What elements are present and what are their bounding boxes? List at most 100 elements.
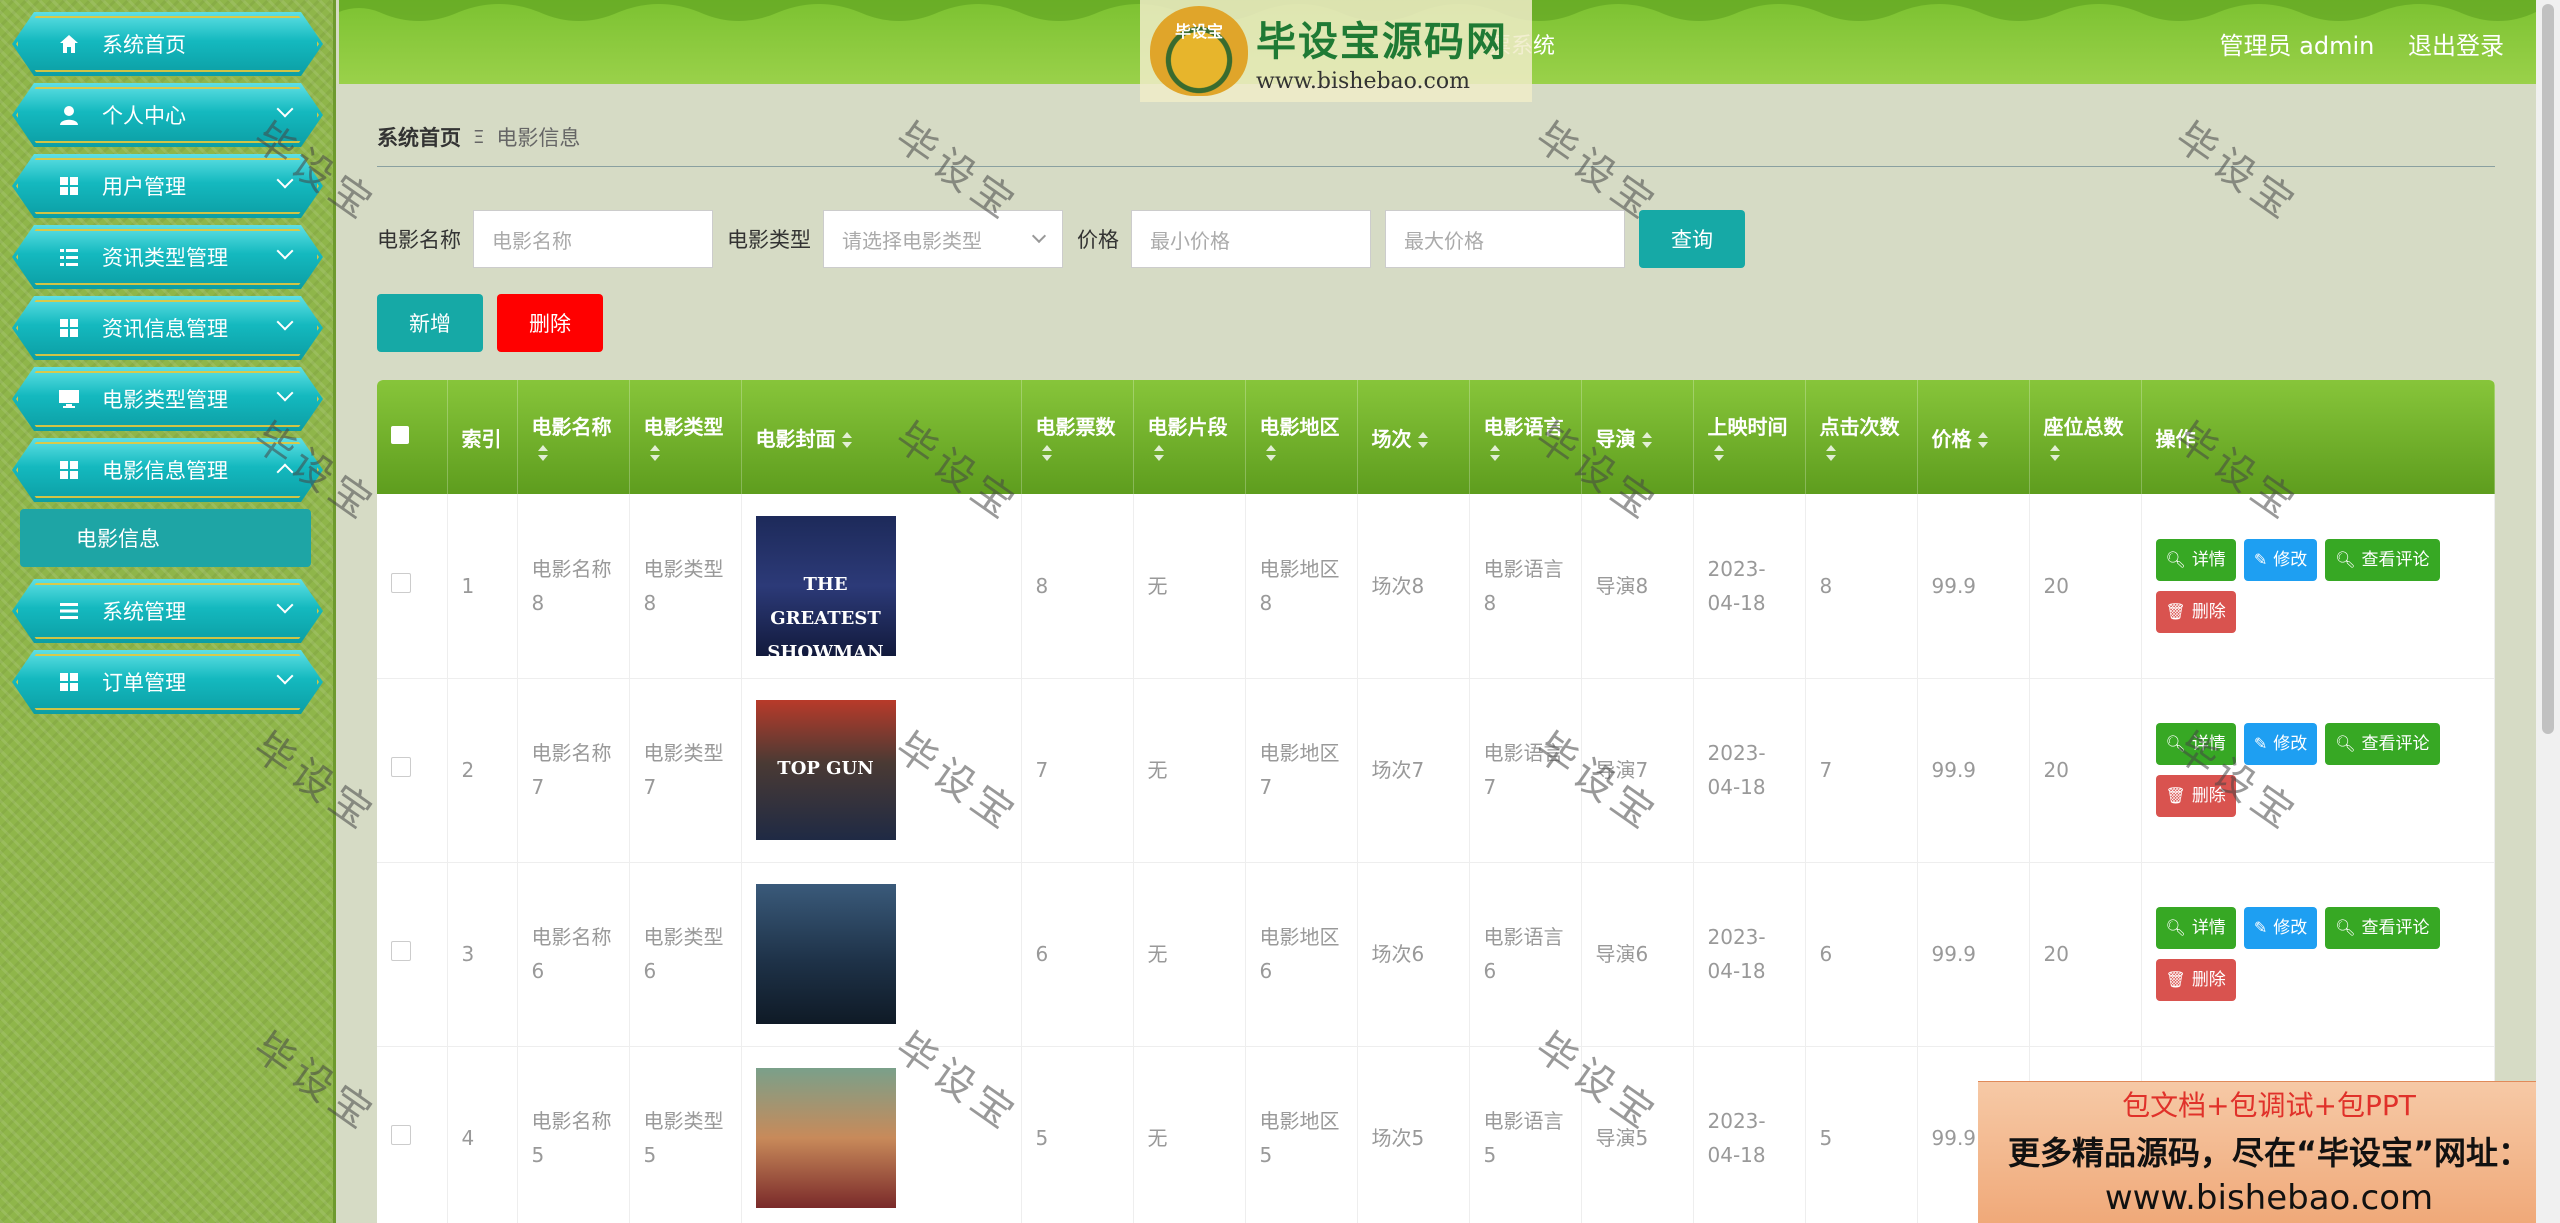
logout-link[interactable]: 退出登录 [2408,32,2504,60]
row-checkbox[interactable] [391,941,411,961]
sort-icon[interactable] [649,445,660,461]
page-scrollbar[interactable] [2536,0,2560,1223]
delete-button[interactable]: 🗑︎ 删除 [2155,590,2236,633]
max-price-input[interactable]: 最大价格 [1385,210,1625,268]
row-checkbox[interactable] [391,1125,411,1145]
cell-release-date: 2023-04-18 [1693,494,1806,679]
view-reviews-button[interactable]: 🔍︎ 查看评论 [2325,538,2440,581]
sort-icon[interactable] [537,445,548,461]
search-icon: 🔍︎ [2335,549,2356,569]
sidebar-item-users[interactable]: 用户管理 [12,154,323,218]
sidebar-item-label: 电影类型管理 [102,388,228,412]
cell-clip: 无 [1133,1046,1246,1223]
view-reviews-button[interactable]: 🔍︎ 查看评论 [2325,723,2440,765]
promo-banner[interactable]: 包文档+包调试+包PPT 更多精品源码，尽在“毕设宝”网址： www.bishe… [1978,1081,2560,1223]
column-header[interactable]: 电影片段 [1133,380,1246,494]
cell-name: 电影名称7 [517,678,630,863]
edit-button[interactable]: ✎ 修改 [2243,907,2318,949]
cell-operations: 🔍︎ 详情 ✎ 修改 🔍︎ 查看评论 🗑︎ 删除 [2141,494,2495,679]
movie-type-select[interactable]: 请选择电影类型 [823,210,1063,268]
trash-icon: 🗑︎ [2165,786,2186,805]
sort-icon[interactable] [1153,445,1164,461]
cell-clicks: 6 [1805,862,1918,1047]
sidebar-item-orders[interactable]: 订单管理 [12,650,323,714]
sidebar-item-label: 系统管理 [102,600,186,624]
sort-icon[interactable] [1713,445,1724,461]
movie-name-input[interactable]: 电影名称 [473,210,713,268]
promo-line-3: www.bishebao.com [2104,1178,2434,1218]
logo-text: 毕设宝源码网 www.bishebao.com [1256,9,1508,94]
edit-button[interactable]: ✎ 修改 [2243,538,2318,581]
breadcrumb-home[interactable]: 系统首页 [377,122,461,152]
column-header[interactable]: 电影地区 [1245,380,1358,494]
sidebar-item-movie-info[interactable]: 电影信息管理 [12,438,323,502]
delete-button[interactable]: 🗑︎ 删除 [2155,775,2236,817]
cell-name: 电影名称8 [517,494,630,679]
movie-poster-image[interactable] [755,884,896,1024]
table-row: 2 电影名称7 电影类型7 TOP GUN 7 无 电影地区7 场次7 电影语言… [377,678,2495,863]
row-checkbox[interactable] [391,757,411,777]
view-reviews-button[interactable]: 🔍︎ 查看评论 [2325,907,2440,949]
column-header[interactable]: 电影名称 [517,380,630,494]
movie-poster-image[interactable]: THE GREATEST SHOWMAN [755,515,896,656]
edit-button[interactable]: ✎ 修改 [2243,723,2318,765]
list-icon [56,244,82,270]
sidebar-item-system[interactable]: 系统管理 [12,579,323,643]
select-all-checkbox[interactable] [391,426,409,444]
scrollbar-thumb[interactable] [2542,4,2554,734]
search-icon: 🔍︎ [2165,549,2186,569]
cell-director: 导演6 [1581,862,1694,1047]
breadcrumb-separator-icon: Ξ [473,126,485,148]
user-area: 管理员 admin 退出登录 [2194,26,2504,61]
sort-icon[interactable] [1977,432,1988,448]
column-header[interactable]: 电影语言 [1469,380,1582,494]
cell-region: 电影地区7 [1245,678,1358,863]
column-header[interactable]: 价格 [1917,380,2030,494]
movie-poster-image[interactable] [755,1068,896,1208]
sidebar-item-news-types[interactable]: 资讯类型管理 [12,225,323,289]
sidebar-subitem-movie-info[interactable]: 电影信息 [20,509,311,567]
cell-session: 场次8 [1357,494,1470,679]
column-header[interactable]: 场次 [1357,380,1470,494]
sort-icon[interactable] [1641,432,1652,448]
grid-icon [56,173,82,199]
batch-delete-button[interactable]: 删除 [497,294,603,352]
column-header[interactable]: 电影类型 [629,380,742,494]
min-price-input[interactable]: 最小价格 [1131,210,1371,268]
movie-poster-image[interactable]: TOP GUN [755,700,896,840]
sort-icon[interactable] [1265,445,1276,461]
sidebar-item-news-info[interactable]: 资讯信息管理 [12,296,323,360]
sidebar-item-label: 系统首页 [102,33,186,57]
column-header[interactable]: 电影封面 [741,380,1022,494]
sort-icon[interactable] [2049,445,2060,461]
search-icon: 🔍︎ [2165,918,2186,937]
detail-button[interactable]: 🔍︎ 详情 [2155,907,2236,949]
column-header[interactable]: 导演 [1581,380,1694,494]
row-checkbox[interactable] [391,572,411,593]
chevron-down-icon [1031,228,1047,244]
detail-button[interactable]: 🔍︎ 详情 [2155,538,2236,581]
query-button[interactable]: 查询 [1639,210,1745,268]
column-header[interactable]: 上映时间 [1693,380,1806,494]
sort-icon[interactable] [1417,432,1428,448]
delete-button[interactable]: 🗑︎ 删除 [2155,959,2236,1001]
column-header[interactable]: 座位总数 [2029,380,2142,494]
cell-region: 电影地区6 [1245,862,1358,1047]
column-header[interactable]: 电影票数 [1021,380,1134,494]
sort-icon[interactable] [1825,445,1836,461]
sidebar-item-home[interactable]: 系统首页 [12,12,323,76]
sidebar-item-movie-types[interactable]: 电影类型管理 [12,367,323,431]
cell-index: 4 [447,1046,518,1223]
cell-release-date: 2023-04-18 [1693,862,1806,1047]
cell-region: 电影地区8 [1245,494,1358,679]
sidebar-item-label: 用户管理 [102,175,186,199]
sort-icon[interactable] [1489,445,1500,461]
column-header[interactable]: 点击次数 [1805,380,1918,494]
cell-type: 电影类型5 [629,1046,742,1223]
sort-icon[interactable] [1041,445,1052,461]
detail-button[interactable]: 🔍︎ 详情 [2155,723,2236,765]
sort-icon[interactable] [841,432,852,448]
add-button[interactable]: 新增 [377,294,483,352]
search-icon: 🔍︎ [2165,734,2186,753]
sidebar-item-profile[interactable]: 个人中心 [12,83,323,147]
